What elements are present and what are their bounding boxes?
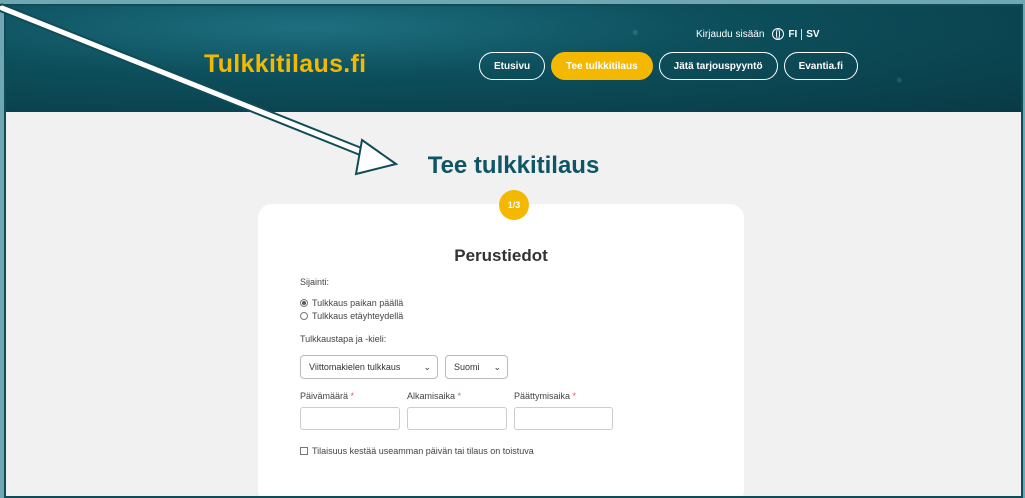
radio-remote-control[interactable] [300, 312, 308, 320]
recurring-label: Tilaisuus kestää useamman päivän tai til… [312, 446, 534, 456]
chevron-down-icon: ⌄ [423, 362, 431, 372]
lang-divider [801, 28, 803, 40]
top-utility-bar: Kirjaudu sisään FI SV [696, 28, 820, 40]
radio-remote[interactable]: Tulkkaus etäyhteydellä [300, 311, 403, 321]
nav-jata-tarjouspyynto[interactable]: Jätä tarjouspyyntö [658, 52, 778, 80]
start-time-label: Alkamisaika * [407, 391, 462, 401]
globe-icon [772, 28, 785, 40]
recurring-checkbox-row[interactable]: Tilaisuus kestää useamman päivän tai til… [300, 446, 534, 456]
end-time-label: Päättymisaika * [514, 391, 577, 401]
start-time-input[interactable] [407, 407, 507, 430]
location-label: Sijainti: [300, 277, 330, 287]
radio-onsite[interactable]: Tulkkaus paikan päällä [300, 298, 403, 308]
language-select-value: Suomi [454, 362, 480, 372]
annotation-arrow [0, 3, 399, 176]
method-label: Tulkkaustapa ja -kieli: [300, 334, 387, 344]
end-time-input[interactable] [514, 407, 613, 430]
step-indicator: 1/3 [499, 190, 529, 220]
lang-sv-link[interactable]: SV [806, 29, 819, 40]
login-link[interactable]: Kirjaudu sisään [696, 29, 764, 40]
nav-etusivu[interactable]: Etusivu [479, 52, 546, 80]
date-input[interactable] [300, 407, 400, 430]
chevron-down-icon: ⌄ [493, 362, 501, 372]
radio-onsite-control[interactable] [300, 299, 308, 307]
radio-remote-label: Tulkkaus etäyhteydellä [312, 311, 404, 321]
section-title: Perustiedot [454, 246, 548, 265]
method-select-value: Viittomakielen tulkkaus [309, 362, 401, 372]
recurring-checkbox[interactable] [300, 447, 308, 455]
lang-fi-link[interactable]: FI [788, 29, 797, 40]
language-select[interactable]: Suomi ⌄ [445, 355, 508, 379]
date-label: Päivämäärä * [300, 391, 355, 401]
main-nav: Etusivu Tee tulkkitilaus Jätä tarjouspyy… [479, 52, 859, 80]
language-switcher: FI SV [772, 28, 820, 40]
method-select[interactable]: Viittomakielen tulkkaus ⌄ [300, 355, 438, 379]
nav-tee-tulkkitilaus[interactable]: Tee tulkkitilaus [551, 52, 653, 80]
radio-onsite-label: Tulkkaus paikan päällä [312, 298, 404, 308]
nav-evantia[interactable]: Evantia.fi [783, 52, 859, 80]
